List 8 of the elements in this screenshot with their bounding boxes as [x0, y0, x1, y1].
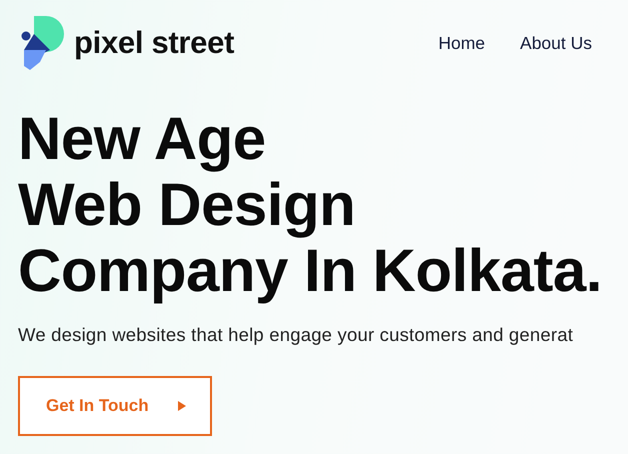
- hero-heading: Web Design: [18, 172, 356, 238]
- hero-heading: Company In Kolkata.: [18, 238, 602, 304]
- brand-name: pixel street: [74, 25, 234, 61]
- hero-heading: New Age: [18, 106, 266, 172]
- hero-subtitle: We design websites that help engage your customers and generat: [18, 324, 574, 346]
- nav-link[interactable]: Home: [438, 32, 486, 54]
- triangle-icon: [178, 401, 186, 411]
- nav-link[interactable]: About Us: [520, 32, 592, 54]
